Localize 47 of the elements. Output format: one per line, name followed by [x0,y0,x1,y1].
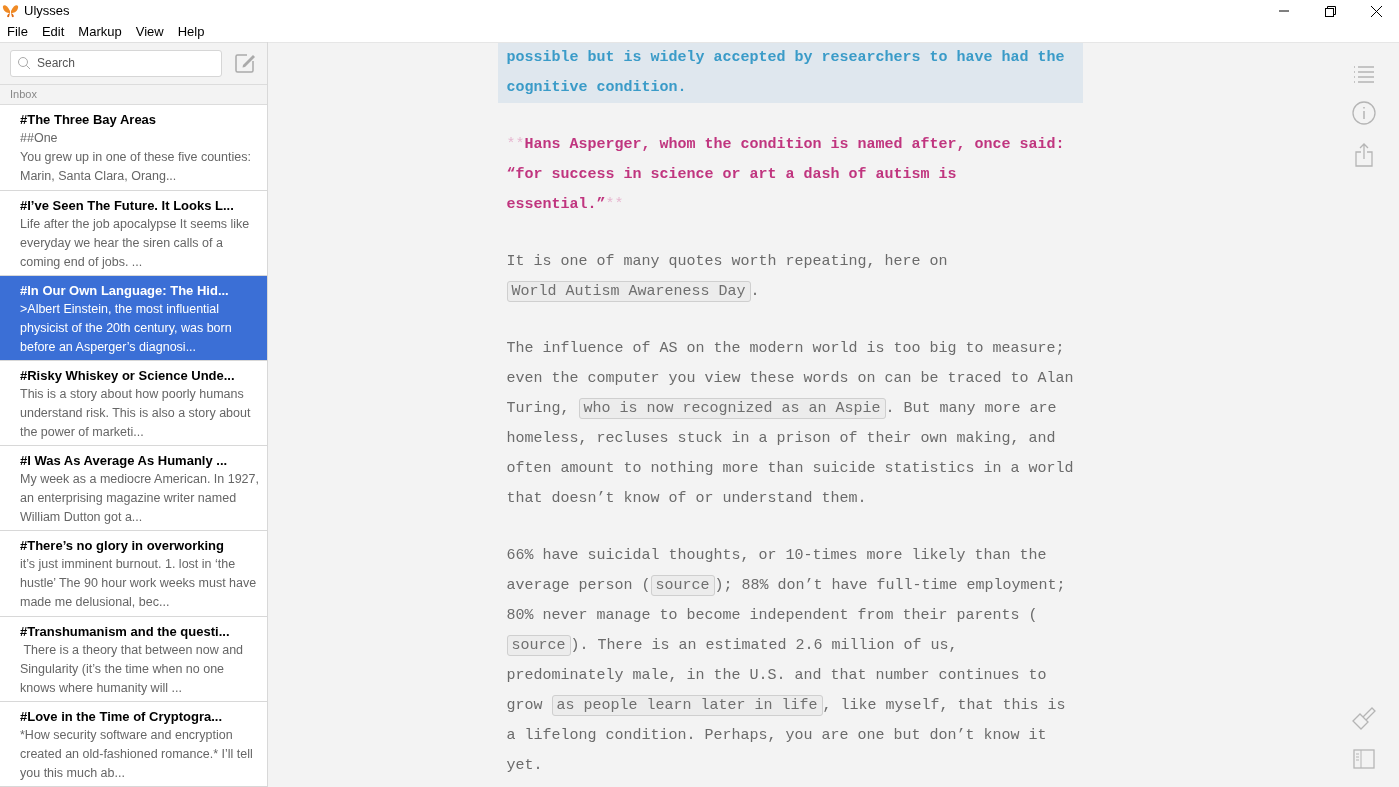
butterfly-logo-icon [2,4,19,18]
sheet-item[interactable]: #In Our Own Language: The Hid... >Albert Einstein, the most influential physicist of the 20th century, was born before an Asperger’s diagnosi... [0,275,267,361]
share-icon[interactable] [1354,143,1374,167]
sheet-excerpt: it’s just imminent burnout. 1. lost in ‘the hustle’ The 90 hour work weeks must have made me delusional, bec... [20,556,258,612]
inline-code: who is now recognized as an Aspie [578,398,886,419]
paragraph: 66% have suicidal thoughts, or 10-times more likely than the average person ( source ); 88% don’t have full-time employment; 80% never manage to become independent from their parents ( source ). There is an estimated 2.6 million of us, predominately male, in the U.S. and that number continues to grow as people learn later in life , like myself, that this is a lifelong condition. Perhaps, you are one but don’t know it yet. [506,546,1067,776]
sheet-title: #Risky Whiskey or Science Unde... [20,367,236,385]
block-quote: possible but is widely accepted by researchers to have had the cognitive condition. [497,43,1083,103]
group-label: Inbox [10,87,37,103]
menu-item[interactable]: File [0,22,35,42]
list-icon[interactable] [1353,65,1375,83]
menu-item[interactable]: View [128,22,171,42]
sheet-excerpt: My week as a mediocre American. In 1927, an enterprising magazine writer named William Dutton got a... [20,471,259,527]
inline-code: as people learn later in life [551,695,823,716]
search-field[interactable]: Search [10,49,222,77]
sheet-title: #The Three Bay Areas [20,111,158,130]
sheet-title: #Transhumanism and the questi... [20,622,231,641]
restore-icon [1324,5,1336,17]
sidebar-layout-icon[interactable] [1353,749,1375,769]
brush-icon[interactable] [1351,707,1377,731]
sheet-excerpt: There is a theory that between now and Singularity (it’s the time when no one knows where humanity will ... [20,641,245,697]
markup-marker: ** [605,196,624,213]
sheet-excerpt: Life after the job apocalypse It seems like everyday we hear the siren calls of a coming end of jobs. ... [20,215,251,271]
window-title: Ulysses [24,2,70,21]
inline-code: source [650,575,715,596]
sheet-excerpt: *How security software and encryption created an old-fashioned romance.* I’ll tell you this much ab... [20,726,254,782]
sheet-title: #I Was As Average As Humanly ... [20,452,229,471]
inline-code: World Autism Awareness Day [506,281,751,302]
close-icon [1370,5,1382,17]
search-icon [17,55,31,70]
inline-code: source [506,635,571,656]
sheet-title: #I’ve Seen The Future. It Looks L... [20,196,235,215]
sheet-excerpt: >Albert Einstein, the most influential physicist of the 20th century, was born before an Asperger’s diagnosi... [20,300,233,356]
info-icon[interactable] [1352,101,1376,125]
menu-item[interactable]: Edit [34,22,72,42]
markup-marker: ** [506,136,525,153]
sheet-title: #Love in the Time of Cryptogra... [20,707,223,726]
paragraph: The influence of AS on the modern world is too big to measure; even the computer you view these words on can be traced to Alan Turing, who is now recognized as an Aspie . But many more are homeless, recluses stuck in a prison of their own making, and often amount to nothing more than suicide statistics in a world that doesn’t know of or understand them. [506,339,1075,509]
menu-item[interactable]: Help [170,22,212,42]
paragraph: **Hans Asperger, whom the condition is named after, once said: “for success in science or art a dash of autism is essential.”** [506,135,1066,215]
sheet-title: #There’s no glory in overworking [20,537,225,556]
new-sheet-button[interactable] [234,52,256,75]
sheet-excerpt: This is a story about how poorly humans understand risk. This is also a story about the power of marketi... [20,386,252,441]
sheet-title: #In Our Own Language: The Hid... [20,281,230,300]
sheet-excerpt: ##One You grew up in one of these five counties: Marin, Santa Clara, Orang... [20,130,252,186]
menu-item[interactable]: Markup [71,22,129,42]
paragraph: It is one of many quotes worth repeating, here on World Autism Awareness Day . [506,252,949,304]
